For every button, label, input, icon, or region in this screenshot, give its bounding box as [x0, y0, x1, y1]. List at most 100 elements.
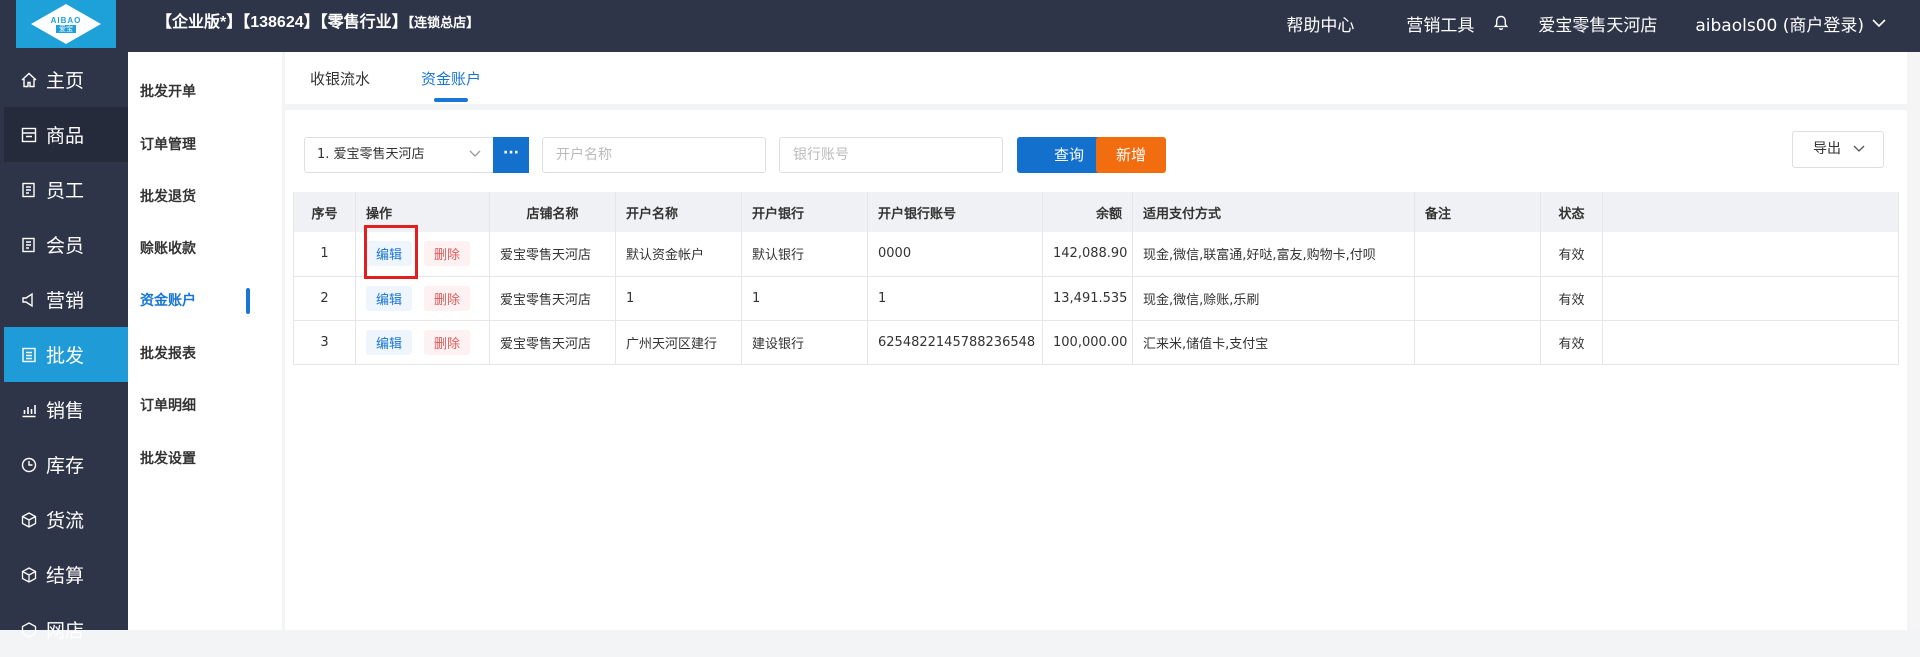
cell-actions: 编辑 删除 [355, 232, 490, 277]
top-right-menu: 帮助中心 营销工具 爱宝零售天河店 aibaols00 (商户登录) [1234, 0, 1920, 46]
sub-item-wholesale-settings[interactable]: 批发设置 [140, 448, 196, 468]
cube-icon [21, 511, 37, 528]
nav-item-marketing[interactable]: 营销 [4, 272, 128, 327]
account-title-main: 【企业版*】【138624】【零售行业】 [156, 14, 408, 31]
cell-store: 爱宝零售天河店 [489, 276, 616, 321]
cell-pay-methods: 现金,微信,赊账,乐刷 [1132, 276, 1415, 321]
col-header-pay-methods: 适用支付方式 [1132, 192, 1415, 232]
logo-sub: 爱宝 [56, 24, 76, 33]
nav-item-settlement[interactable]: 结算 [4, 547, 128, 602]
nav-item-logistics[interactable]: 货流 [4, 492, 128, 547]
settle-icon [21, 566, 37, 583]
table-header-row: 序号 操作 店铺名称 开户名称 开户银行 开户银行账号 余额 适用支付方式 备注… [293, 192, 1899, 232]
marketing-tools-link[interactable]: 营销工具 [1406, 11, 1474, 36]
cell-filler [1602, 276, 1899, 321]
edit-button[interactable]: 编辑 [366, 329, 413, 355]
nav-item-inventory[interactable]: 库存 [4, 437, 128, 492]
cell-pay-methods: 现金,微信,联富通,好哒,富友,购物卡,付呗 [1132, 232, 1415, 277]
nav-label: 批发 [46, 345, 85, 367]
store-picker-button[interactable]: ··· [493, 137, 529, 173]
nav-item-home[interactable]: 主页 [4, 52, 128, 107]
account-name-input[interactable] [542, 137, 766, 173]
col-header-balance: 余额 [1042, 192, 1133, 232]
sub-item-wholesale-report[interactable]: 批发报表 [140, 343, 196, 363]
product-icon [21, 127, 37, 142]
cell-pay-methods: 汇来米,储值卡,支付宝 [1132, 320, 1415, 365]
cell-actions: 编辑 删除 [355, 320, 490, 365]
aibao-logo[interactable]: AIBAO 爱宝 [16, 0, 116, 48]
tab-cash-flow[interactable]: 收银流水 [310, 68, 370, 89]
col-header-no: 序号 [293, 192, 356, 232]
cell-bank: 默认银行 [741, 232, 868, 277]
home-icon [21, 72, 37, 87]
cell-remark [1414, 320, 1541, 365]
help-center-link[interactable]: 帮助中心 [1286, 11, 1354, 36]
nav-label: 销售 [46, 400, 85, 422]
nav-item-wholesale[interactable]: 批发 [4, 327, 128, 382]
nav-item-product[interactable]: 商品 [4, 107, 128, 162]
nav-item-sales[interactable]: 销售 [4, 382, 128, 437]
table-row: 3 编辑 删除 爱宝零售天河店 广州天河区建行 建设银行 625482214578… [293, 320, 1899, 365]
delete-button[interactable]: 删除 [424, 241, 471, 267]
bank-account-input[interactable] [779, 137, 1003, 173]
store-select-value: 1. 爱宝零售天河店 [317, 147, 425, 162]
staff-icon [22, 182, 35, 197]
current-store-name[interactable]: 爱宝零售天河店 [1538, 11, 1657, 36]
cell-status: 有效 [1540, 276, 1603, 321]
export-button[interactable]: 导出 [1792, 131, 1884, 168]
nav-label: 主页 [46, 70, 85, 92]
nav-label: 员工 [46, 180, 85, 202]
fund-account-table: 序号 操作 店铺名称 开户名称 开户银行 开户银行账号 余额 适用支付方式 备注… [293, 192, 1899, 365]
cell-store: 爱宝零售天河店 [489, 232, 616, 277]
cell-status: 有效 [1540, 320, 1603, 365]
col-header-store: 店铺名称 [489, 192, 616, 232]
tab-active-underline [434, 98, 468, 102]
col-header-status: 状态 [1540, 192, 1603, 232]
account-title-small: 【连锁总店】 [407, 15, 480, 30]
user-menu[interactable]: aibaols00 (商户登录) [1695, 11, 1886, 36]
sub-item-order-management[interactable]: 订单管理 [140, 134, 196, 154]
col-header-remark: 备注 [1414, 192, 1541, 232]
sub-item-fund-account[interactable]: 资金账户 [140, 290, 196, 310]
tab-fund-account[interactable]: 资金账户 [421, 68, 481, 89]
edit-button[interactable]: 编辑 [366, 285, 413, 311]
nav-label: 商品 [46, 125, 85, 147]
wholesale-sub-nav: 批发开单 订单管理 批发退货 赊账收款 资金账户 批发报表 订单明细 批发设置 [128, 52, 282, 630]
sub-item-credit-collection[interactable]: 赊账收款 [140, 238, 196, 258]
col-header-bank: 开户银行 [741, 192, 868, 232]
cell-balance: 13,491.535 [1042, 276, 1133, 321]
nav-label: 结算 [46, 565, 85, 587]
cell-account-name: 1 [615, 276, 742, 321]
nav-label: 货流 [46, 510, 85, 532]
cell-status: 有效 [1540, 232, 1603, 277]
cell-bank: 建设银行 [741, 320, 868, 365]
add-button[interactable]: 新增 [1096, 137, 1166, 173]
bell-icon[interactable] [1492, 14, 1510, 32]
cell-account-no: 1 [867, 276, 1043, 321]
inventory-icon [21, 457, 37, 472]
cell-account-name: 广州天河区建行 [615, 320, 742, 365]
chevron-down-icon [1853, 145, 1865, 152]
nav-item-member[interactable]: 会员 [4, 217, 128, 272]
nav-label: 会员 [46, 235, 85, 257]
nav-item-staff[interactable]: 员工 [4, 162, 128, 217]
sales-chart-icon [22, 404, 36, 417]
sub-item-order-detail[interactable]: 订单明细 [140, 395, 196, 415]
cell-actions: 编辑 删除 [355, 276, 490, 321]
tab-bar: 收银流水 资金账户 [285, 52, 1907, 104]
page-scrollbar[interactable] [1910, 52, 1920, 630]
cell-remark [1414, 232, 1541, 277]
sub-item-wholesale-order[interactable]: 批发开单 [140, 81, 196, 101]
cell-no: 1 [293, 232, 356, 277]
edit-button[interactable]: 编辑 [366, 241, 413, 267]
wholesale-icon [22, 347, 36, 362]
sub-item-wholesale-return[interactable]: 批发退货 [140, 186, 196, 206]
store-select[interactable]: 1. 爱宝零售天河店 [304, 137, 494, 173]
top-bar: AIBAO 爱宝 【企业版*】【138624】【零售行业】【连锁总店】 帮助中心… [0, 0, 1920, 52]
cell-account-name: 默认资金帐户 [615, 232, 742, 277]
logo-diamond: AIBAO 爱宝 [31, 4, 101, 44]
delete-button[interactable]: 删除 [424, 285, 471, 311]
col-header-account-name: 开户名称 [615, 192, 742, 232]
cell-no: 2 [293, 276, 356, 321]
delete-button[interactable]: 删除 [424, 329, 471, 355]
